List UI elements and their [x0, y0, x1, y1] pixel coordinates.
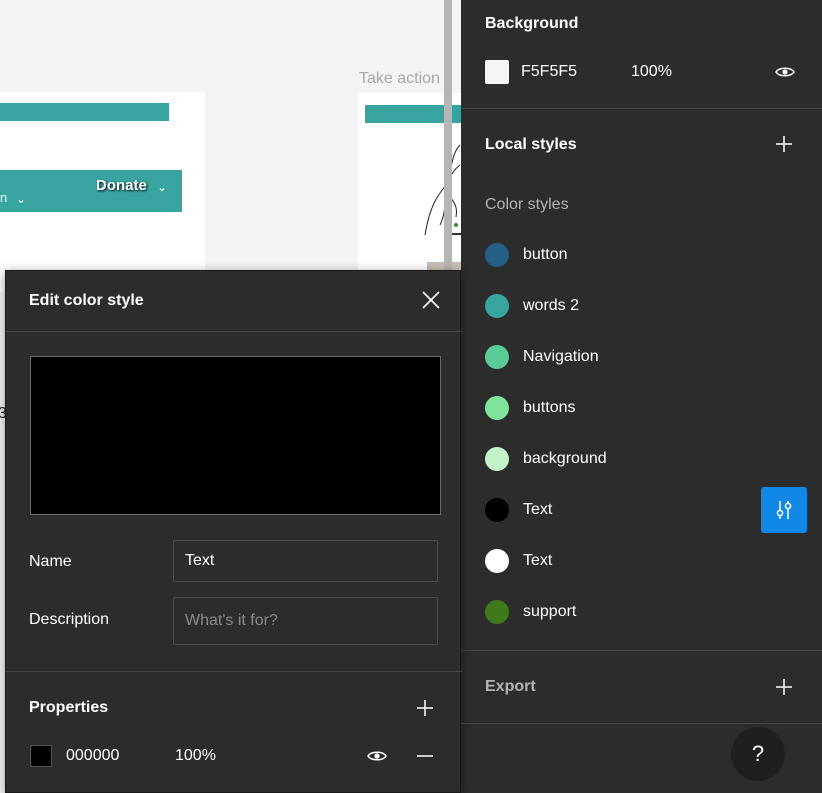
- divider: [461, 650, 822, 651]
- frame-navbar: n ⌄ Donate ⌄: [0, 170, 182, 212]
- color-dot: [485, 243, 509, 267]
- design-panel: Background F5F5F5 100% Local styles Colo…: [461, 0, 822, 793]
- color-style-item[interactable]: buttons: [485, 393, 785, 423]
- help-button[interactable]: ?: [731, 727, 785, 781]
- color-style-label: Text: [523, 501, 553, 518]
- frame-header-bar: [0, 103, 169, 121]
- chevron-down-icon: ⌄: [157, 180, 168, 194]
- color-styles-subhead: Color styles: [485, 196, 569, 213]
- color-dot: [485, 600, 509, 624]
- description-field[interactable]: [173, 597, 438, 645]
- divider: [461, 108, 822, 109]
- add-style-plus-icon[interactable]: [772, 132, 796, 156]
- color-dot: [485, 294, 509, 318]
- divider: [6, 331, 462, 332]
- hand-sketch-icon: [424, 144, 461, 236]
- color-style-item[interactable]: background: [485, 444, 785, 474]
- edit-color-style-dialog: Edit color style Name Description Proper…: [5, 270, 462, 793]
- divider: [6, 671, 462, 672]
- nav-item-left: n: [0, 190, 8, 205]
- background-hex[interactable]: F5F5F5: [521, 63, 577, 81]
- export-title: Export: [485, 678, 536, 695]
- background-swatch[interactable]: [485, 60, 509, 84]
- name-field[interactable]: [173, 540, 438, 582]
- frame-label[interactable]: Take action: [359, 70, 440, 88]
- properties-title: Properties: [29, 699, 109, 716]
- color-dot: [485, 447, 509, 471]
- eye-icon[interactable]: [773, 60, 797, 84]
- description-label: Description: [29, 611, 110, 628]
- property-hex[interactable]: 000000: [66, 747, 119, 765]
- color-style-item[interactable]: Text: [485, 546, 785, 576]
- color-style-label: background: [523, 450, 607, 467]
- property-swatch[interactable]: [30, 745, 52, 767]
- color-dot: [485, 396, 509, 420]
- background-title: Background: [485, 15, 579, 32]
- nav-donate: Donate: [96, 177, 147, 194]
- sliders-icon: [776, 501, 792, 519]
- color-style-item[interactable]: support: [485, 597, 785, 627]
- color-style-item[interactable]: button: [485, 240, 785, 270]
- color-style-label: Navigation: [523, 348, 599, 365]
- dialog-title: Edit color style: [29, 292, 144, 309]
- close-icon[interactable]: [420, 289, 442, 311]
- chevron-down-icon: ⌄: [16, 192, 27, 206]
- divider: [461, 723, 822, 724]
- color-dot: [485, 345, 509, 369]
- color-style-item[interactable]: Text: [485, 495, 785, 525]
- add-property-plus-icon[interactable]: [413, 696, 437, 720]
- name-label: Name: [29, 553, 72, 570]
- color-style-label: button: [523, 246, 568, 263]
- color-style-item[interactable]: words 2: [485, 291, 785, 321]
- add-export-plus-icon[interactable]: [772, 675, 796, 699]
- property-opacity[interactable]: 100%: [175, 747, 216, 765]
- color-preview[interactable]: [30, 356, 441, 515]
- color-style-label: support: [523, 603, 577, 620]
- remove-property-minus-icon[interactable]: [413, 744, 437, 768]
- local-styles-title: Local styles: [485, 136, 577, 153]
- color-style-label: buttons: [523, 399, 576, 416]
- eye-icon[interactable]: [365, 744, 389, 768]
- color-style-label: Text: [523, 552, 553, 569]
- canvas-scrollbar[interactable]: [444, 0, 452, 270]
- frame-left[interactable]: n ⌄ Donate ⌄: [0, 92, 205, 292]
- color-style-item[interactable]: Navigation: [485, 342, 785, 372]
- color-dot: [485, 549, 509, 573]
- background-opacity[interactable]: 100%: [631, 63, 672, 81]
- edit-style-adjust-button[interactable]: [761, 487, 807, 533]
- color-style-label: words 2: [523, 297, 580, 314]
- color-dot: [485, 498, 509, 522]
